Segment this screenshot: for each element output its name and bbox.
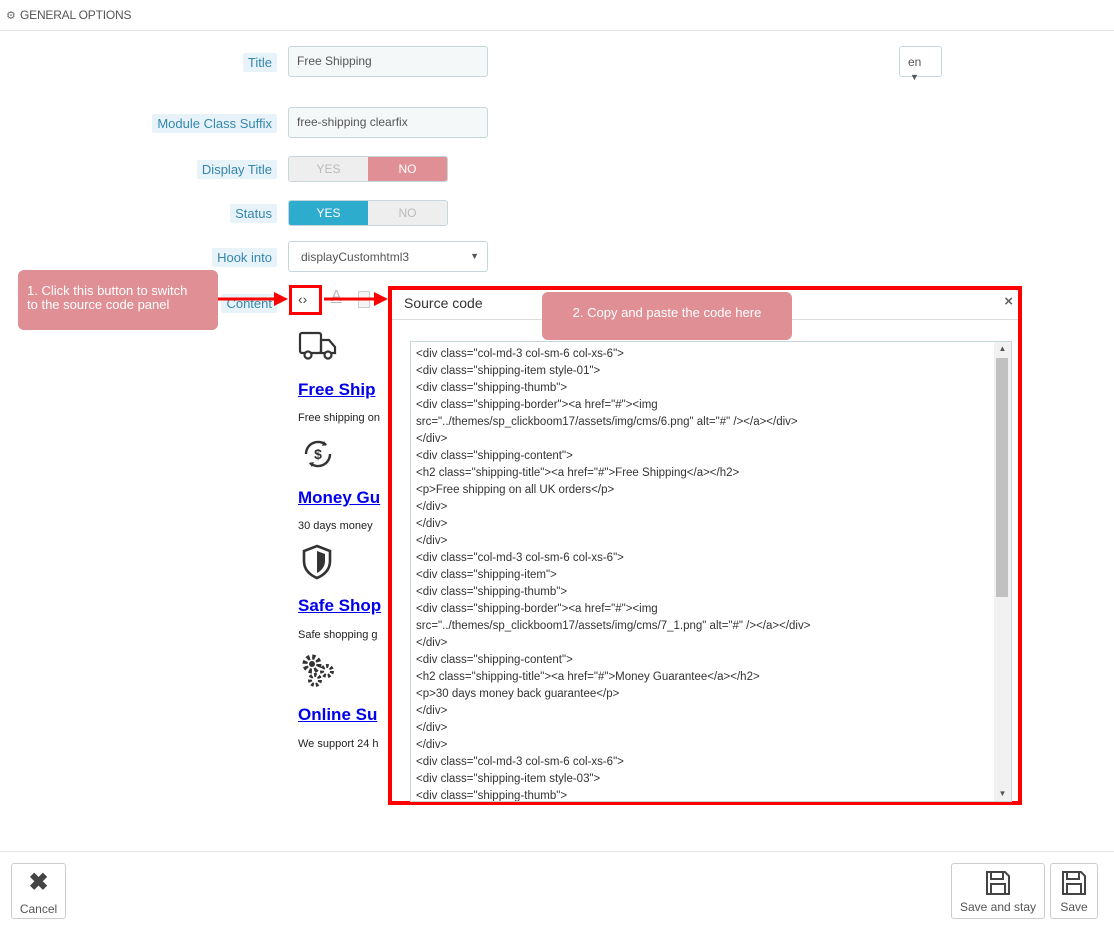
code-line: <div class="shipping-item"> [416, 569, 557, 581]
code-line: </div> [416, 739, 448, 751]
scrollbar[interactable]: ▲ ▼ [994, 342, 1011, 801]
display-title-toggle[interactable]: YES NO [288, 156, 448, 182]
code-line: </div> [416, 501, 448, 513]
preview-title-4[interactable]: Online Su [298, 705, 377, 725]
suffix-label: Module Class Suffix [152, 114, 277, 133]
status-no[interactable]: NO [368, 201, 447, 225]
code-line: <h2 class="shipping-title"><a href="#">M… [416, 671, 760, 683]
code-line: <div class="shipping-thumb"> [416, 790, 568, 802]
source-code-dialog: Source code × <div class="col-md-3 col-s… [388, 286, 1022, 805]
scroll-down-icon[interactable]: ▼ [994, 787, 1011, 801]
status-toggle[interactable]: YES NO [288, 200, 448, 226]
truck-icon [298, 331, 337, 360]
scroll-thumb[interactable] [996, 358, 1008, 597]
save-and-stay-button[interactable]: Save and stay [951, 863, 1045, 919]
code-lines: <div class="col-md-3 col-sm-6 col-xs-6">… [416, 346, 991, 802]
caret-down-icon: ▼ [910, 72, 919, 82]
arrow-head-1 [274, 292, 288, 306]
language-select[interactable]: en ▼ [899, 46, 942, 82]
code-line: <div class="shipping-content"> [416, 654, 573, 666]
code-line: </div> [416, 722, 448, 734]
section-title: GENERAL OPTIONS [20, 8, 132, 22]
footer-bar: ✖ Cancel Save and stay Save [0, 851, 1114, 927]
caret-down-icon: ▼ [470, 251, 479, 261]
preview-title-2[interactable]: Money Gu [298, 488, 380, 508]
cancel-label: Cancel [19, 902, 58, 916]
section-header: ⚙ GENERAL OPTIONS [0, 0, 1114, 31]
code-line: </div> [416, 637, 448, 649]
code-line: <div class="shipping-item style-03"> [416, 773, 601, 785]
gears-icon [302, 654, 334, 687]
floppy-disk-icon [1062, 871, 1086, 895]
title-label: Title [242, 53, 277, 72]
code-line: <div class="shipping-thumb"> [416, 382, 568, 394]
language-value: en [908, 55, 922, 69]
code-line: src="../themes/sp_clickboom17/assets/img… [416, 416, 798, 428]
code-line: </div> [416, 518, 448, 530]
floppy-disk-icon [986, 871, 1010, 895]
code-line: </div> [416, 705, 448, 717]
display-title-label: Display Title [196, 160, 277, 179]
display-title-yes[interactable]: YES [289, 157, 368, 181]
title-input[interactable]: Free Shipping [288, 46, 488, 77]
close-icon: ✖ [28, 869, 49, 896]
close-icon[interactable]: × [1004, 293, 1013, 310]
code-line: </div> [416, 433, 448, 445]
shield-icon [302, 544, 332, 580]
code-line: <div class="col-md-3 col-sm-6 col-xs-6"> [416, 552, 624, 564]
display-title-no[interactable]: NO [368, 157, 447, 181]
status-yes[interactable]: YES [289, 201, 368, 225]
source-code-textarea[interactable]: <div class="col-md-3 col-sm-6 col-xs-6">… [410, 341, 1012, 802]
preview-text-2: 30 days money [298, 520, 373, 532]
arrow-head-2 [374, 292, 388, 306]
code-line: <div class="shipping-border"><a href="#"… [416, 603, 658, 615]
callout-step-1-line2: to the source code panel [27, 297, 170, 312]
svg-text:$: $ [314, 446, 322, 462]
code-line: <p>30 days money back guarantee</p> [416, 688, 620, 700]
code-line: <div class="shipping-content"> [416, 450, 573, 462]
code-line: <h2 class="shipping-title"><a href="#">F… [416, 467, 740, 479]
preview-text-4: We support 24 h [298, 738, 379, 750]
preview-title-1[interactable]: Free Ship [298, 380, 375, 400]
gears-icon: ⚙ [6, 10, 16, 22]
status-label: Status [230, 204, 277, 223]
preview-text-3: Safe shopping g [298, 629, 378, 641]
code-line: <p>Free shipping on all UK orders</p> [416, 484, 615, 496]
code-line: <div class="shipping-thumb"> [416, 586, 568, 598]
callout-step-1: 1. Click this button to switch to the so… [18, 270, 218, 330]
cancel-button[interactable]: ✖ Cancel [11, 863, 66, 919]
code-line: <div class="shipping-border"><a href="#"… [416, 399, 658, 411]
code-line: <div class="shipping-item style-01"> [416, 365, 601, 377]
scroll-up-icon[interactable]: ▲ [994, 342, 1011, 356]
save-button[interactable]: Save [1050, 863, 1098, 919]
preview-title-3[interactable]: Safe Shop [298, 596, 381, 616]
save-label: Save [1060, 900, 1088, 914]
code-line: </div> [416, 535, 448, 547]
code-line: src="../themes/sp_clickboom17/assets/img… [416, 620, 811, 632]
suffix-input[interactable]: free-shipping clearfix [288, 107, 488, 138]
arrows-overlay [218, 292, 388, 306]
save-and-stay-label: Save and stay [959, 900, 1037, 914]
money-cycle-icon: $ [304, 440, 332, 468]
callout-step-1-line1: 1. Click this button to switch [27, 283, 188, 298]
dialog-title: Source code [404, 295, 483, 311]
preview-text-1: Free shipping on [298, 412, 380, 424]
hook-label: Hook into [212, 248, 277, 267]
callout-step-2: 2. Copy and paste the code here [542, 292, 792, 340]
hook-select[interactable]: displayCustomhtml3 ▼ [288, 241, 488, 272]
hook-value: displayCustomhtml3 [301, 250, 410, 264]
code-line: <div class="col-md-3 col-sm-6 col-xs-6"> [416, 756, 624, 768]
code-line: <div class="col-md-3 col-sm-6 col-xs-6"> [416, 348, 624, 360]
